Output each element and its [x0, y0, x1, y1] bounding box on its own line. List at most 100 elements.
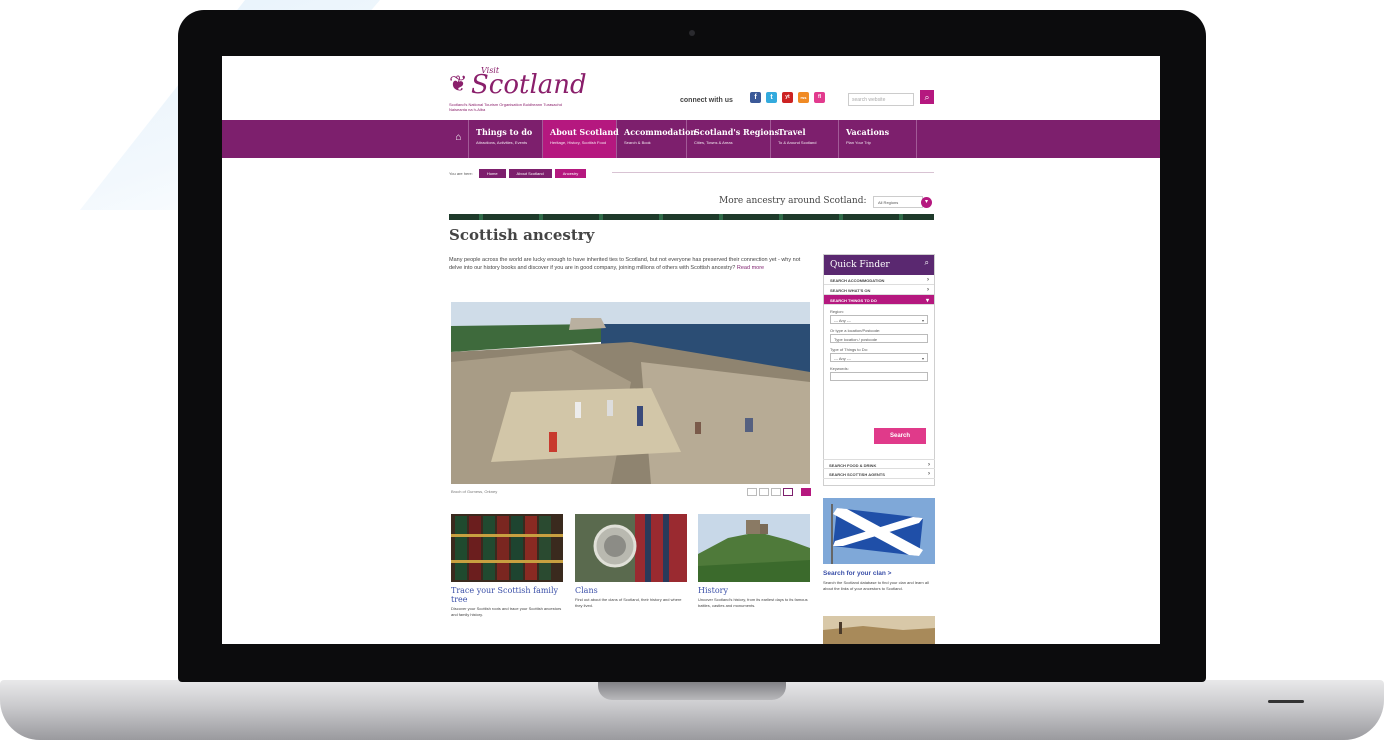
qf-region-label: Region: [830, 309, 844, 314]
qf-type-value: --- Any --- [834, 356, 851, 361]
card-text: Find out about the clans of Scotland, th… [575, 597, 682, 608]
card-clans[interactable]: Clans Find out about the clans of Scotla… [575, 514, 688, 609]
main-nav: ⌂ Things to do Attractions, Activities, … [222, 120, 1160, 158]
qf-food-drink[interactable]: SEARCH FOOD & DRINK › [823, 459, 935, 469]
qf-region-select[interactable]: --- Any --- ▾ [830, 315, 928, 324]
carousel-dot[interactable] [759, 488, 769, 496]
nav-travel[interactable]: Travel To & Around Scotland [771, 120, 839, 158]
chevron-down-icon: ▾ [925, 298, 929, 304]
nav-title: About Scotland [550, 127, 619, 137]
site-search-input[interactable]: search website [848, 93, 914, 106]
qf-row-label: SEARCH FOOD & DRINK [829, 463, 877, 468]
qf-row-label: SEARCH ACCOMMODATION [830, 278, 885, 283]
breadcrumb-home[interactable]: Home [478, 168, 506, 178]
card-title[interactable]: Trace your Scottish family tree [451, 586, 564, 604]
twitter-icon[interactable]: t [766, 92, 777, 103]
qf-bottom-links: SEARCH FOOD & DRINK › SEARCH SCOTTISH AGE… [823, 459, 935, 479]
breadcrumb-current: Ancestry [554, 168, 587, 178]
chevron-right-icon: › [928, 471, 930, 477]
laptop-slot [1268, 700, 1304, 703]
hero-image[interactable] [451, 302, 810, 484]
carousel-pager [747, 488, 811, 496]
qf-things-to-do[interactable]: SEARCH THINGS TO DO ▾ [824, 295, 934, 305]
nav-things-to-do[interactable]: Things to do Attractions, Activities, Ev… [469, 120, 543, 158]
qf-location-label: Or type a location/Postcode: [830, 328, 881, 333]
page-title: Scottish ancestry [449, 226, 595, 244]
nav-regions[interactable]: Scotland's Regions Cities, Towns & Areas [687, 120, 780, 158]
logo-name: Scotland [471, 70, 587, 100]
stage: ❦ Visit Scotland Scotland's National Tou… [0, 0, 1384, 740]
search-icon[interactable]: ⌕ [920, 90, 934, 104]
breadcrumb-lead: You are here: [449, 170, 473, 176]
connect-label: connect with us [680, 97, 733, 104]
home-icon[interactable]: ⌂ [449, 120, 469, 158]
qf-location-input[interactable]: Type location / postcode [830, 334, 928, 343]
qf-type-label: Type of Things to Do: [830, 347, 868, 352]
nav-subtitle: To & Around Scotland [778, 140, 817, 145]
card-title[interactable]: History [698, 586, 811, 595]
chevron-down-icon[interactable]: ▾ [921, 197, 932, 208]
qf-accommodation[interactable]: SEARCH ACCOMMODATION › [824, 275, 934, 285]
search-icon[interactable]: ⌕ [925, 258, 929, 268]
clan-search-text: Search the Scotland database to find you… [823, 580, 929, 591]
qf-region-value: --- Any --- [834, 318, 851, 323]
breadcrumb: You are here: Home About Scotland Ancest… [449, 168, 587, 178]
card-title[interactable]: Clans [575, 586, 688, 595]
nav-subtitle: Plan Your Trip [846, 140, 871, 145]
carousel-dot[interactable] [747, 488, 757, 496]
qf-search-button[interactable]: Search [874, 428, 926, 444]
qf-row-label: SEARCH WHAT'S ON [830, 288, 871, 293]
nav-subtitle: Attractions, Activities, Events [476, 140, 528, 145]
carousel-next-icon[interactable] [801, 488, 811, 496]
chevron-right-icon: › [928, 462, 930, 468]
card-history[interactable]: History Uncover Scotland's history, from… [698, 514, 811, 609]
camera-icon [689, 30, 695, 36]
social-links: f t yt rss fl [750, 92, 825, 103]
breadcrumb-about[interactable]: About Scotland [508, 168, 552, 178]
region-select[interactable]: All Regions [873, 196, 923, 208]
qf-keywords-input[interactable] [830, 372, 928, 381]
castle-image [698, 514, 810, 582]
clan-search-link[interactable]: Search for your clan > [823, 570, 891, 577]
flickr-icon[interactable]: fl [814, 92, 825, 103]
nav-title: Vacations [846, 127, 890, 137]
nav-subtitle: Heritage, History, Scottish Food [550, 140, 607, 145]
nav-vacations[interactable]: Vacations Plan Your Trip [839, 120, 917, 158]
qf-row-label: SEARCH THINGS TO DO [830, 298, 877, 303]
nav-title: Things to do [476, 127, 533, 137]
landscape-image[interactable] [823, 616, 935, 644]
card-family-tree[interactable]: Trace your Scottish family tree Discover… [451, 514, 564, 618]
nav-title: Travel [778, 127, 806, 137]
nav-subtitle: Cities, Towns & Areas [694, 140, 733, 145]
carousel-dot-active[interactable] [783, 488, 793, 496]
carousel-dot[interactable] [771, 488, 781, 496]
qf-scottish-agents[interactable]: SEARCH SCOTTISH AGENTS › [823, 469, 935, 479]
intro-text: Many people across the world are lucky e… [449, 256, 814, 272]
read-more-link[interactable]: Read more [737, 265, 764, 271]
hero-caption: Broch of Gurness, Orkney [451, 489, 498, 494]
nav-subtitle: Search & Book [624, 140, 651, 145]
youtube-icon[interactable]: yt [782, 92, 793, 103]
qf-keywords-label: Keywords: [830, 366, 849, 371]
nav-title: Scotland's Regions [694, 127, 780, 137]
qf-type-select[interactable]: --- Any --- ▾ [830, 353, 928, 362]
clan-badge-image [575, 514, 687, 582]
quick-finder-header: Quick Finder ⌕ [824, 255, 934, 275]
rss-icon[interactable]: rss [798, 92, 809, 103]
quick-finder-title: Quick Finder [830, 260, 890, 270]
chevron-right-icon: › [927, 287, 929, 293]
browser-screen: ❦ Visit Scotland Scotland's National Tou… [222, 56, 1160, 644]
saltire-flag-image[interactable] [823, 498, 935, 564]
tartan-divider [449, 214, 934, 220]
qf-whats-on[interactable]: SEARCH WHAT'S ON › [824, 285, 934, 295]
quick-finder: Quick Finder ⌕ SEARCH ACCOMMODATION › SEA… [823, 254, 935, 486]
more-ancestry-label: More ancestry around Scotland: [719, 196, 867, 206]
books-image [451, 514, 563, 582]
qf-row-label: SEARCH SCOTTISH AGENTS [829, 472, 885, 477]
thistle-icon: ❦ [449, 72, 468, 97]
nav-about-scotland[interactable]: About Scotland Heritage, History, Scotti… [543, 120, 619, 158]
nav-title: Accommodation [624, 127, 697, 137]
nav-accommodation[interactable]: Accommodation Search & Book [617, 120, 697, 158]
breadcrumb-rule [612, 172, 934, 173]
facebook-icon[interactable]: f [750, 92, 761, 103]
